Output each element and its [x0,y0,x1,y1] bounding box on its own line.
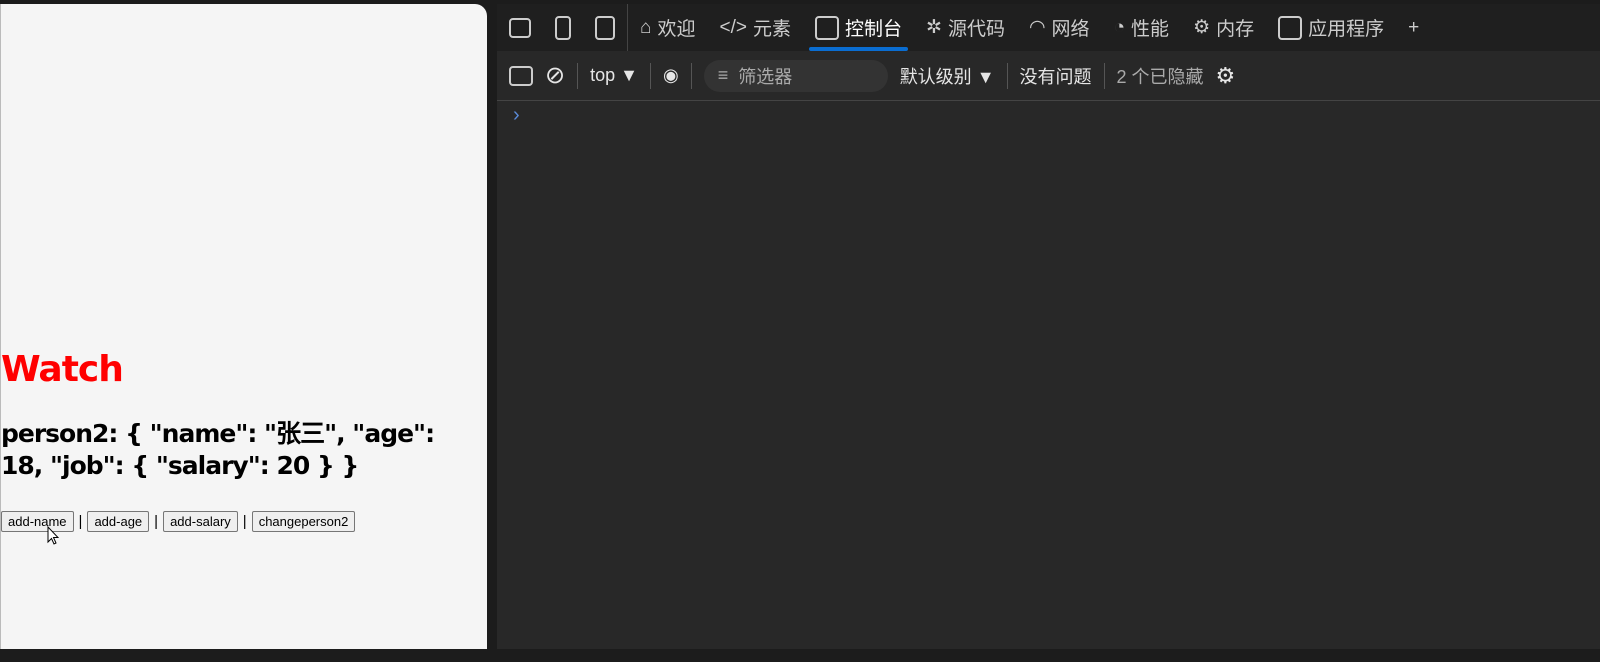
devtools-panel: ⌂ 欢迎 </> 元素 控制台 ✲ 源代码 ◠ 网络 ◔ 性能 ⚙ 内存 应用程序 + ⊘ … [497,4,1600,649]
add-salary-button[interactable]: add-salary [163,511,238,532]
mouse-cursor-icon [47,526,59,545]
changeperson2-button[interactable]: changeperson2 [251,511,356,532]
device-emulation-icon[interactable] [543,4,583,51]
tab-label: 源代码 [947,19,1005,40]
divider [577,62,579,89]
divider [1103,62,1105,89]
tab-label: 欢迎 [657,19,696,40]
tab-label: 元素 [752,19,791,40]
console-toolbar: ⊘ top ▼ ◉ ≡ 筛选器 默认级别 ▼ 没有问题 2 个已隐藏 ⚙ [497,51,1600,101]
bug-icon: ✲ [926,17,942,38]
tab-console[interactable]: 控制台 [803,4,914,51]
console-prompt[interactable]: › [513,104,520,127]
person2-display: person2: { "name": "张三", "age": 18, "job… [1,419,435,480]
separator: | [242,513,247,530]
filter-icon: ≡ [717,65,729,85]
tab-performance[interactable]: ◔ 性能 [1102,4,1182,51]
code-icon: </> [719,16,747,38]
context-label: top [590,65,616,85]
tab-label: 性能 [1131,19,1170,40]
dock-sidebar-icon[interactable] [583,4,628,51]
separator: | [154,513,159,530]
gauge-icon: ◔ [1113,16,1126,38]
inspect-icon[interactable] [497,4,543,51]
filter-input[interactable]: ≡ 筛选器 [703,59,888,92]
chip-icon: ⚙ [1193,17,1211,38]
tab-label: 控制台 [845,19,903,40]
page-title: Watch [1,349,124,390]
tab-label: 网络 [1051,19,1090,40]
separator: | [78,513,83,530]
more-tabs-icon[interactable]: + [1396,4,1431,51]
tab-label: 内存 [1216,19,1255,40]
log-level-dropdown[interactable]: 默认级别 ▼ [900,63,995,89]
divider [690,62,692,89]
sidebar-toggle-icon[interactable] [509,65,533,86]
hidden-count: 2 个已隐藏 [1116,66,1204,87]
context-selector[interactable]: top ▼ [590,65,638,86]
divider [1006,62,1008,89]
add-age-button[interactable]: add-age [87,511,150,532]
filter-placeholder: 筛选器 [738,66,793,87]
application-icon [1278,15,1303,40]
web-page: Watch person2: { "name": "张三", "age": 18… [0,4,487,649]
tab-sources[interactable]: ✲ 源代码 [914,4,1017,51]
wifi-icon: ◠ [1028,17,1046,38]
tab-memory[interactable]: ⚙ 内存 [1181,4,1266,51]
tab-network[interactable]: ◠ 网络 [1017,4,1102,51]
devtools-tabbar: ⌂ 欢迎 </> 元素 控制台 ✲ 源代码 ◠ 网络 ◔ 性能 ⚙ 内存 应用程序 + [497,4,1600,51]
console-icon [815,15,839,40]
live-expression-eye-icon[interactable]: ◉ [663,65,679,86]
log-level-label: 默认级别 [899,66,972,87]
home-icon: ⌂ [640,16,652,38]
add-name-button[interactable]: add-name [1,511,74,532]
issues-button[interactable]: 没有问题 [1020,63,1092,89]
divider [649,62,651,89]
tab-welcome[interactable]: ⌂ 欢迎 [628,4,708,51]
clear-console-icon[interactable]: ⊘ [545,61,565,90]
settings-gear-icon[interactable]: ⚙ [1216,63,1236,89]
tab-label: 应用程序 [1308,19,1385,40]
tab-application[interactable]: 应用程序 [1266,4,1396,51]
tab-elements[interactable]: </> 元素 [708,4,804,51]
